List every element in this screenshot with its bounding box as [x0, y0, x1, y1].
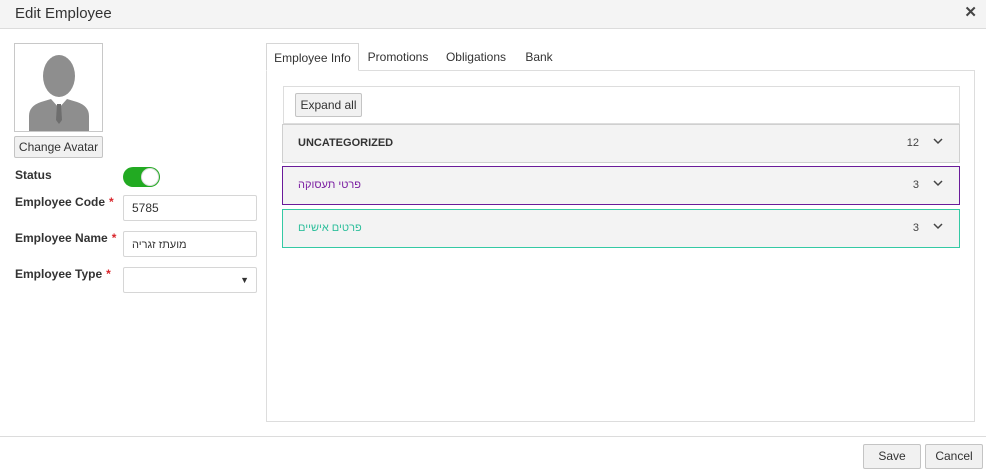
group-name: פרטים אישיים — [298, 222, 362, 234]
change-avatar-button[interactable]: Change Avatar — [14, 136, 103, 158]
group-count: 3 — [912, 179, 919, 191]
employee-code-input[interactable]: 5785 — [123, 195, 257, 221]
employee-code-label: Employee Code * — [15, 195, 114, 209]
edit-employee-dialog: Edit Employee ✕ Change Avatar Status Emp… — [0, 0, 986, 475]
person-silhouette-icon — [29, 55, 89, 131]
employee-name-value: מועתז זגריה — [132, 239, 187, 251]
toggle-knob — [141, 168, 159, 186]
group-name: פרטי תעסוקה — [298, 179, 361, 191]
employee-name-input[interactable]: מועתז זגריה — [123, 231, 257, 257]
group-count: 3 — [912, 222, 919, 234]
dialog-title: Edit Employee — [15, 5, 112, 22]
status-toggle[interactable] — [123, 167, 160, 187]
employee-type-label-text: Employee Type — [15, 267, 103, 281]
chevron-down-icon[interactable] — [933, 223, 943, 230]
group-row-employment-details[interactable]: פרטי תעסוקה 3 — [282, 166, 960, 205]
expand-all-button[interactable]: Expand all — [295, 93, 362, 117]
chevron-down-icon[interactable] — [933, 180, 943, 187]
required-mark: * — [109, 195, 114, 209]
required-mark: * — [111, 231, 117, 245]
group-count: 12 — [906, 137, 919, 149]
required-mark: * — [106, 267, 111, 281]
status-label: Status — [15, 168, 52, 182]
group-row-personal-details[interactable]: פרטים אישיים 3 — [282, 209, 960, 248]
save-button[interactable]: Save — [863, 444, 921, 469]
employee-name-label-text: Employee Name — [15, 231, 108, 245]
chevron-down-icon[interactable] — [933, 138, 943, 145]
tab-obligations[interactable]: Obligations — [441, 43, 511, 71]
close-icon[interactable]: ✕ — [964, 5, 977, 21]
employee-code-label-text: Employee Code — [15, 195, 106, 209]
employee-type-label: Employee Type * — [15, 267, 111, 281]
avatar — [14, 43, 103, 132]
tab-employee-info[interactable]: Employee Info — [266, 43, 359, 71]
tab-promotions[interactable]: Promotions — [362, 43, 434, 71]
tab-bank[interactable]: Bank — [518, 43, 560, 71]
dialog-header: Edit Employee ✕ — [0, 0, 986, 29]
employee-type-select[interactable]: ▼ — [123, 267, 257, 293]
group-row-uncategorized[interactable]: UNCATEGORIZED 12 — [282, 124, 960, 163]
cancel-button[interactable]: Cancel — [925, 444, 983, 469]
panel-toolbar — [283, 86, 960, 124]
group-name: UNCATEGORIZED — [298, 137, 394, 149]
dropdown-arrow-icon: ▼ — [240, 275, 249, 285]
employee-name-label: Employee Name * — [15, 231, 116, 245]
dialog-footer — [0, 436, 986, 475]
